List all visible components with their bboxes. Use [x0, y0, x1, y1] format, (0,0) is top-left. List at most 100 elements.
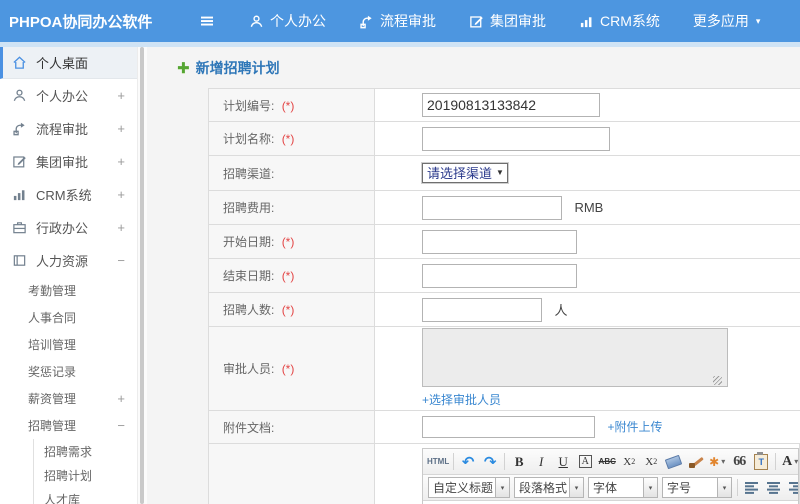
- recruit-cost-input[interactable]: [422, 195, 562, 220]
- nav-item-more-apps[interactable]: 更多应用 ▾: [693, 11, 761, 31]
- sidebar-item-admin-office[interactable]: 行政办公 +: [0, 211, 137, 244]
- required-marker: (*): [281, 98, 295, 113]
- brush-icon: [688, 454, 704, 469]
- page-title: 新增招聘计划: [195, 60, 280, 76]
- expand-toggle[interactable]: +: [117, 154, 125, 169]
- format-painter-button[interactable]: [685, 451, 705, 472]
- headcount-input[interactable]: [422, 297, 542, 322]
- book-icon: [12, 253, 28, 268]
- nav-item-workflow-approval[interactable]: 流程审批: [359, 11, 436, 31]
- subscript-button[interactable]: X2: [641, 451, 661, 472]
- font-size-box-button[interactable]: A: [575, 451, 595, 472]
- sidebar-item-salary-mgmt[interactable]: 薪资管理 +: [0, 385, 137, 412]
- superscript-button[interactable]: X2: [619, 451, 639, 472]
- strikethrough-button[interactable]: ABC: [597, 451, 617, 472]
- sidebar-item-training-mgmt[interactable]: 培训管理: [0, 331, 137, 358]
- sidebar-item-crm-system[interactable]: CRM系统 +: [0, 178, 137, 211]
- sidebar-item-label: 招聘管理: [28, 419, 77, 433]
- required-marker: (*): [281, 235, 295, 249]
- nav-item-label: 流程审批: [380, 13, 436, 29]
- auto-format-button[interactable]: ✱ ▾: [707, 451, 727, 472]
- plan-name-input[interactable]: [422, 126, 610, 151]
- nav-item-label: 集团审批: [490, 13, 546, 29]
- font-family-dropdown[interactable]: 字体 ▾: [588, 477, 658, 498]
- select-value: 请选择渠道: [427, 166, 493, 182]
- scrollbar-thumb[interactable]: [140, 47, 144, 504]
- sidebar-scrollbar[interactable]: [137, 47, 147, 504]
- underline-button[interactable]: U: [553, 451, 573, 472]
- sidebar-item-reward-punishment[interactable]: 奖惩记录: [0, 358, 137, 385]
- align-left-button[interactable]: [742, 477, 762, 498]
- sidebar-item-group-approval[interactable]: 集团审批 +: [0, 145, 137, 178]
- align-center-button[interactable]: [764, 477, 784, 498]
- sidebar-item-recruit-demand[interactable]: 招聘需求: [34, 439, 137, 463]
- redo-button[interactable]: ↷: [480, 451, 500, 472]
- sidebar-item-label: 集团审批: [36, 155, 89, 170]
- paste-button[interactable]: T: [751, 451, 771, 472]
- custom-title-dropdown[interactable]: 自定义标题 ▾: [428, 477, 510, 498]
- sidebar-item-attendance-mgmt[interactable]: 考勤管理: [0, 277, 137, 304]
- end-date-input[interactable]: [422, 263, 577, 288]
- field-label-headcount: 招聘人数:: [223, 303, 275, 317]
- sidebar-item-human-resources[interactable]: 人力资源 −: [0, 244, 137, 277]
- font-color-button[interactable]: A ▾: [780, 451, 798, 472]
- font-size-dropdown[interactable]: 字号 ▾: [662, 477, 732, 498]
- sidebar-item-recruit-mgmt[interactable]: 招聘管理 −: [0, 412, 137, 439]
- sidebar-item-personal-office[interactable]: 个人办公 +: [0, 79, 137, 112]
- top-navbar: PHPOA协同办公软件 个人办公 流程审批 集团审批 CRM系统 更多应用 ▾: [0, 0, 800, 42]
- sidebar-item-label: 个人办公: [36, 89, 89, 104]
- expand-toggle[interactable]: +: [117, 187, 125, 202]
- nav-item-group-approval[interactable]: 集团审批: [469, 11, 546, 31]
- sidebar-item-personal-desktop[interactable]: 个人桌面: [0, 47, 137, 79]
- choose-approvers-link[interactable]: +选择审批人员: [422, 393, 501, 407]
- paragraph-format-dropdown[interactable]: 段落格式 ▾: [514, 477, 584, 498]
- editor-toolbar-row1: HTML ↶ ↷ B I U A ABC X2 X 2 ✱ ▾ 66 T A ▾: [423, 449, 798, 475]
- bold-button[interactable]: B: [509, 451, 529, 472]
- hamburger-menu-button[interactable]: [197, 11, 217, 31]
- sup-mark: 2: [631, 457, 636, 466]
- attachment-upload-link[interactable]: +附件上传: [607, 420, 662, 434]
- eraser-icon: [664, 454, 682, 469]
- caret-down-icon: ▾: [755, 15, 761, 26]
- user-icon: [12, 88, 28, 103]
- sidebar-item-label: 考勤管理: [28, 284, 77, 298]
- sidebar-item-label: 人才库: [44, 492, 81, 504]
- unit-suffix: 人: [554, 303, 568, 318]
- sidebar-item-hr-contract[interactable]: 人事合同: [0, 304, 137, 331]
- briefcase-icon: [12, 220, 28, 235]
- blockquote-button[interactable]: 66: [729, 451, 749, 472]
- field-label-plan-number: 计划编号:: [223, 98, 275, 113]
- sidebar-item-label: 招聘计划: [44, 468, 93, 483]
- undo-button[interactable]: ↶: [458, 451, 478, 472]
- resize-handle-icon[interactable]: [713, 376, 722, 385]
- collapse-toggle[interactable]: −: [117, 418, 125, 433]
- sidebar-item-label: 行政办公: [36, 221, 89, 236]
- required-marker: (*): [281, 362, 295, 376]
- sidebar-item-label: 个人桌面: [36, 56, 89, 71]
- sidebar-item-workflow-approval[interactable]: 流程审批 +: [0, 112, 137, 145]
- editor-label-cell: [208, 443, 375, 504]
- nav-item-personal-office[interactable]: 个人办公: [249, 11, 326, 31]
- field-label-start-date: 开始日期:: [223, 235, 275, 249]
- align-right-button[interactable]: [786, 477, 798, 498]
- field-label-recruit-channel: 招聘渠道:: [223, 166, 275, 181]
- expand-toggle[interactable]: +: [117, 391, 125, 406]
- expand-toggle[interactable]: +: [117, 88, 125, 103]
- html-source-button[interactable]: HTML: [427, 451, 449, 472]
- currency-suffix: RMB: [574, 200, 604, 215]
- align-right-icon: [789, 481, 798, 494]
- expand-toggle[interactable]: +: [117, 220, 125, 235]
- start-date-input[interactable]: [422, 229, 577, 254]
- collapse-toggle[interactable]: −: [117, 253, 125, 268]
- nav-item-crm-system[interactable]: CRM系统: [579, 11, 660, 31]
- channel-select[interactable]: 请选择渠道 ▼: [422, 162, 508, 183]
- italic-button[interactable]: I: [531, 451, 551, 472]
- expand-toggle[interactable]: +: [117, 121, 125, 136]
- eraser-button[interactable]: [663, 451, 683, 472]
- sidebar-item-talent-pool[interactable]: 人才库: [34, 487, 137, 504]
- approvers-textarea[interactable]: [422, 328, 728, 387]
- sidebar-item-recruit-plan[interactable]: 招聘计划: [34, 463, 137, 487]
- plan-number-input[interactable]: [422, 93, 600, 117]
- attachment-input[interactable]: [422, 416, 595, 438]
- sidebar-item-label: 流程审批: [36, 122, 89, 137]
